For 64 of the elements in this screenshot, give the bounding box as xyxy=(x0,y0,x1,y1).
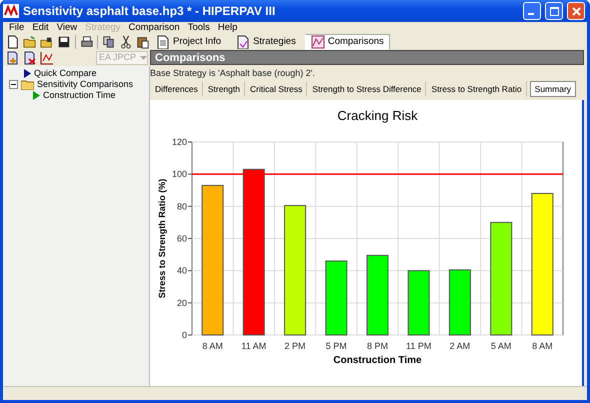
tab[interactable]: Stress to Strength Ratio xyxy=(426,80,527,98)
delete-document-icon[interactable] xyxy=(23,51,37,65)
dropdown-arrow-icon xyxy=(140,56,147,60)
x-tick-label: 2 AM xyxy=(450,341,470,351)
cut-icon[interactable] xyxy=(119,34,134,50)
y-tick-label: 20 xyxy=(176,298,187,308)
document-check-icon xyxy=(236,35,250,49)
tab[interactable]: Strength xyxy=(202,80,245,98)
menu-item[interactable]: Comparison xyxy=(124,22,184,34)
line-chart-icon[interactable] xyxy=(40,51,54,65)
panel-header: Comparisons xyxy=(150,50,584,65)
y-tick-label: 40 xyxy=(176,266,187,276)
print-icon[interactable] xyxy=(80,34,94,50)
x-axis-title: Construction Time xyxy=(333,355,422,366)
tab[interactable]: Summary xyxy=(530,80,576,98)
y-axis-title: Stress to Strength Ratio (%) xyxy=(157,178,167,298)
save-icon[interactable] xyxy=(56,34,71,50)
open-folder-icon[interactable] xyxy=(22,34,37,50)
tree-item[interactable]: Construction Time xyxy=(43,88,116,102)
add-document-icon[interactable] xyxy=(6,51,20,65)
x-tick-label: 8 PM xyxy=(367,341,388,351)
y-tick-label: 120 xyxy=(172,137,187,147)
tab[interactable]: Critical Stress xyxy=(244,80,308,98)
folder-icon xyxy=(21,80,34,90)
y-tick-label: 60 xyxy=(176,234,187,244)
copy-icon[interactable] xyxy=(102,34,116,50)
expander-icon[interactable] xyxy=(9,80,18,89)
menu-item[interactable]: Tools xyxy=(184,22,214,34)
chart-title: Cracking Risk xyxy=(337,108,418,123)
x-tick-label: 8 AM xyxy=(202,341,223,351)
new-file-icon[interactable] xyxy=(6,34,20,50)
menu-item[interactable]: View xyxy=(52,22,82,34)
y-tick-label: 80 xyxy=(176,201,187,212)
base-strategy-text: Base Strategy is 'Asphalt base (rough) 2'. xyxy=(150,67,316,79)
x-tick-label: 8 AM xyxy=(532,341,553,351)
tab[interactable]: Project Info xyxy=(150,34,228,50)
menu-item[interactable]: File xyxy=(5,22,28,34)
maximize-button[interactable] xyxy=(545,2,563,20)
tab[interactable]: Differences xyxy=(150,80,203,98)
x-tick-label: 5 PM xyxy=(326,341,347,351)
app-icon xyxy=(3,4,19,18)
close-icon xyxy=(572,6,580,16)
minimize-button[interactable] xyxy=(523,2,541,20)
tree-item[interactable]: Quick Compare xyxy=(34,66,97,80)
x-tick-label: 5 AM xyxy=(490,341,512,351)
tab[interactable]: Strategies xyxy=(230,34,302,50)
x-tick-label: 2 PM xyxy=(284,341,306,351)
triangle-icon xyxy=(33,91,40,100)
tab[interactable]: Strength to Stress Difference xyxy=(307,80,426,98)
triangle-icon xyxy=(24,69,31,78)
tree-item[interactable]: Sensitivity Comparisons xyxy=(37,78,134,92)
y-tick-label: 0 xyxy=(182,330,187,340)
x-tick-label: 11 AM xyxy=(241,341,266,351)
paste-icon[interactable] xyxy=(136,34,150,50)
window-title: Sensitivity asphalt base.hp3 * - HIPERPAV III xyxy=(23,3,276,20)
x-tick-label: 11 PM xyxy=(406,341,432,351)
close-button[interactable] xyxy=(567,2,585,20)
maximize-icon xyxy=(550,6,558,16)
menu-item[interactable]: Edit xyxy=(28,22,53,34)
menu-item[interactable]: Help xyxy=(214,22,242,34)
tab[interactable]: Comparisons xyxy=(304,34,390,50)
y-tick-label: 100 xyxy=(172,169,187,180)
chart-icon xyxy=(310,35,325,49)
document-icon xyxy=(156,35,170,49)
